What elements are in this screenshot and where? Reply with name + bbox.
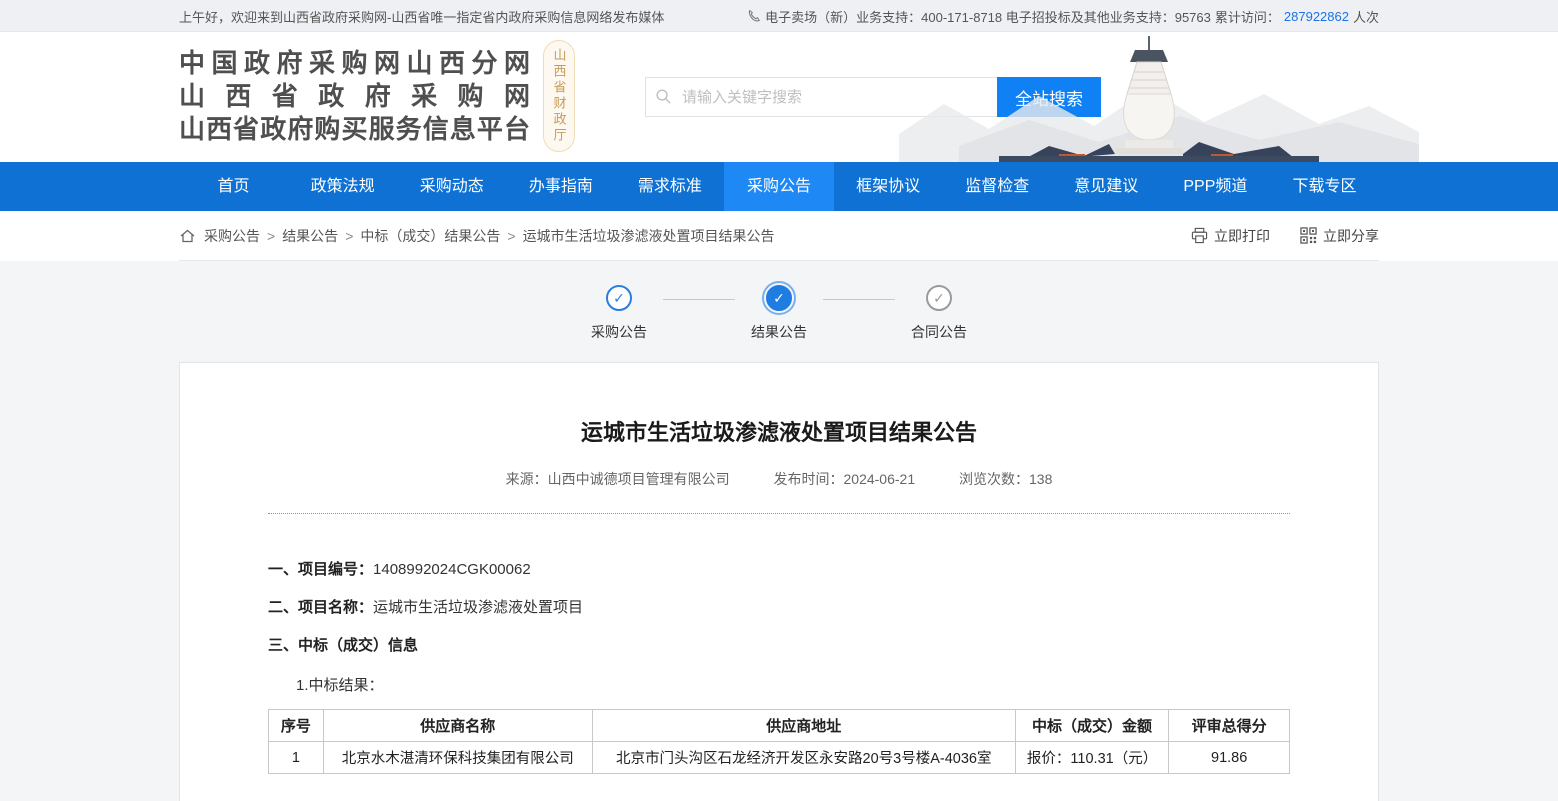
nav-item-home[interactable]: 首页: [179, 162, 288, 211]
breadcrumb-item-current: 运城市生活垃圾渗滤液处置项目结果公告: [523, 226, 775, 246]
source-value: 山西中诚德项目管理有限公司: [548, 471, 730, 487]
article-body: 一、项目编号：1408992024CGK00062 二、项目名称：运城市生活垃圾…: [268, 560, 1290, 774]
article-card: 运城市生活垃圾渗滤液处置项目结果公告 来源：山西中诚德项目管理有限公司 发布时间…: [179, 362, 1379, 801]
breadcrumb-item-1[interactable]: 采购公告: [204, 226, 260, 246]
finance-department-seal: 山西省财政厅: [543, 40, 575, 152]
cell-award-amount: 报价：110.31（元）: [1015, 742, 1169, 774]
search-icon: [655, 88, 672, 105]
project-number-row: 一、项目编号：1408992024CGK00062: [268, 560, 1290, 580]
welcome-text: 上午好，欢迎来到山西省政府采购网-山西省唯一指定省内政府采购信息网络发布媒体: [179, 7, 664, 26]
check-icon: ✓: [933, 290, 945, 307]
printer-icon: [1191, 227, 1208, 244]
pagoda-illustration: [899, 34, 1419, 162]
step-result-notice[interactable]: ✓ 结果公告: [735, 285, 823, 342]
check-icon: ✓: [773, 290, 785, 307]
award-info-heading: 三、中标（成交）信息: [268, 636, 1290, 656]
table-row: 1 北京水木湛清环保科技集团有限公司 北京市门头沟区石龙经济开发区永安路20号3…: [269, 742, 1290, 774]
award-info-label: 三、中标（成交）信息: [268, 637, 418, 654]
award-result-table: 序号 供应商名称 供应商地址 中标（成交）金额 评审总得分 1 北京水木湛清环保…: [268, 709, 1290, 774]
col-header-index: 序号: [269, 710, 324, 742]
step-label: 结果公告: [751, 322, 807, 342]
cell-review-score: 91.86: [1169, 742, 1290, 774]
breadcrumb-separator: >: [345, 228, 353, 244]
cell-supplier-name: 北京水木湛清环保科技集团有限公司: [323, 742, 592, 774]
article-meta: 来源：山西中诚德项目管理有限公司 发布时间：2024-06-21 浏览次数：13…: [268, 469, 1290, 489]
step-connector: [823, 299, 895, 300]
nav-item-procurement-news[interactable]: 采购动态: [397, 162, 506, 211]
breadcrumb-separator: >: [507, 228, 515, 244]
step-label: 采购公告: [591, 322, 647, 342]
nav-item-guide[interactable]: 办事指南: [506, 162, 615, 211]
home-icon[interactable]: [179, 228, 196, 244]
logo-line-2: 山西省政府采购网: [179, 80, 531, 113]
nav-item-policies[interactable]: 政策法规: [288, 162, 397, 211]
nav-item-supervision[interactable]: 监督检查: [943, 162, 1052, 211]
visits-label: 累计访问：: [1215, 7, 1280, 26]
project-number-value: 1408992024CGK00062: [373, 561, 531, 578]
share-label: 立即分享: [1323, 226, 1379, 246]
step-connector: [663, 299, 735, 300]
visits-count[interactable]: 287922862: [1284, 9, 1349, 24]
col-header-review-score: 评审总得分: [1169, 710, 1290, 742]
breadcrumb-bar: 采购公告 > 结果公告 > 中标（成交）结果公告 > 运城市生活垃圾渗滤液处置项…: [0, 211, 1558, 261]
publish-date-label: 发布时间：: [774, 471, 844, 487]
cell-supplier-address: 北京市门头沟区石龙经济开发区永安路20号3号楼A-4036室: [592, 742, 1015, 774]
project-name-value: 运城市生活垃圾渗滤液处置项目: [373, 599, 583, 616]
nav-item-feedback[interactable]: 意见建议: [1052, 162, 1161, 211]
nav-item-procurement-notices[interactable]: 采购公告: [724, 162, 833, 211]
project-name-label: 二、项目名称：: [268, 599, 373, 616]
award-result-subheading: 1.中标结果：: [268, 674, 1290, 695]
visits-unit: 人次: [1353, 7, 1379, 26]
check-icon: ✓: [613, 290, 625, 307]
publish-date-value: 2024-06-21: [844, 471, 916, 487]
table-header-row: 序号 供应商名称 供应商地址 中标（成交）金额 评审总得分: [269, 710, 1290, 742]
breadcrumb-item-3[interactable]: 中标（成交）结果公告: [360, 226, 500, 246]
site-logo[interactable]: 中国政府采购网山西分网 山西省政府采购网 山西省政府购买服务信息平台: [179, 47, 531, 146]
cell-index: 1: [269, 742, 324, 774]
nav-item-ppp-channel[interactable]: PPP频道: [1161, 162, 1270, 211]
support-text: 电子卖场（新）业务支持：400-171-8718 电子招投标及其他业务支持：95…: [765, 7, 1211, 26]
share-button[interactable]: 立即分享: [1300, 226, 1379, 246]
breadcrumb-separator: >: [267, 228, 275, 244]
nav-item-demand-standard[interactable]: 需求标准: [615, 162, 724, 211]
topbar: 上午好，欢迎来到山西省政府采购网-山西省唯一指定省内政府采购信息网络发布媒体 电…: [0, 0, 1558, 32]
phone-icon: [747, 9, 761, 23]
col-header-award-amount: 中标（成交）金额: [1015, 710, 1169, 742]
site-header: 中国政府采购网山西分网 山西省政府采购网 山西省政府购买服务信息平台 山西省财政…: [0, 32, 1558, 162]
print-button[interactable]: 立即打印: [1191, 226, 1270, 246]
nav-item-framework-agreement[interactable]: 框架协议: [834, 162, 943, 211]
progress-steps: ✓ 采购公告 ✓ 结果公告 ✓ 合同公告: [0, 261, 1558, 362]
dotted-divider: [268, 513, 1290, 514]
print-label: 立即打印: [1214, 226, 1270, 246]
views-label: 浏览次数：: [959, 471, 1029, 487]
step-procurement-notice[interactable]: ✓ 采购公告: [575, 285, 663, 342]
source-label: 来源：: [506, 471, 548, 487]
article-title: 运城市生活垃圾渗滤液处置项目结果公告: [268, 415, 1290, 447]
step-contract-notice[interactable]: ✓ 合同公告: [895, 285, 983, 342]
views-value: 138: [1029, 471, 1052, 487]
logo-line-3: 山西省政府购买服务信息平台: [179, 113, 531, 146]
col-header-supplier-address: 供应商地址: [592, 710, 1015, 742]
qr-code-icon: [1300, 227, 1317, 244]
nav-item-downloads[interactable]: 下载专区: [1270, 162, 1379, 211]
col-header-supplier-name: 供应商名称: [323, 710, 592, 742]
logo-line-1: 中国政府采购网山西分网: [179, 47, 531, 80]
project-name-row: 二、项目名称：运城市生活垃圾渗滤液处置项目: [268, 598, 1290, 618]
main-nav: 首页 政策法规 采购动态 办事指南 需求标准 采购公告 框架协议 监督检查 意见…: [0, 162, 1558, 211]
step-label: 合同公告: [911, 322, 967, 342]
breadcrumb-item-2[interactable]: 结果公告: [282, 226, 338, 246]
project-number-label: 一、项目编号：: [268, 561, 373, 578]
